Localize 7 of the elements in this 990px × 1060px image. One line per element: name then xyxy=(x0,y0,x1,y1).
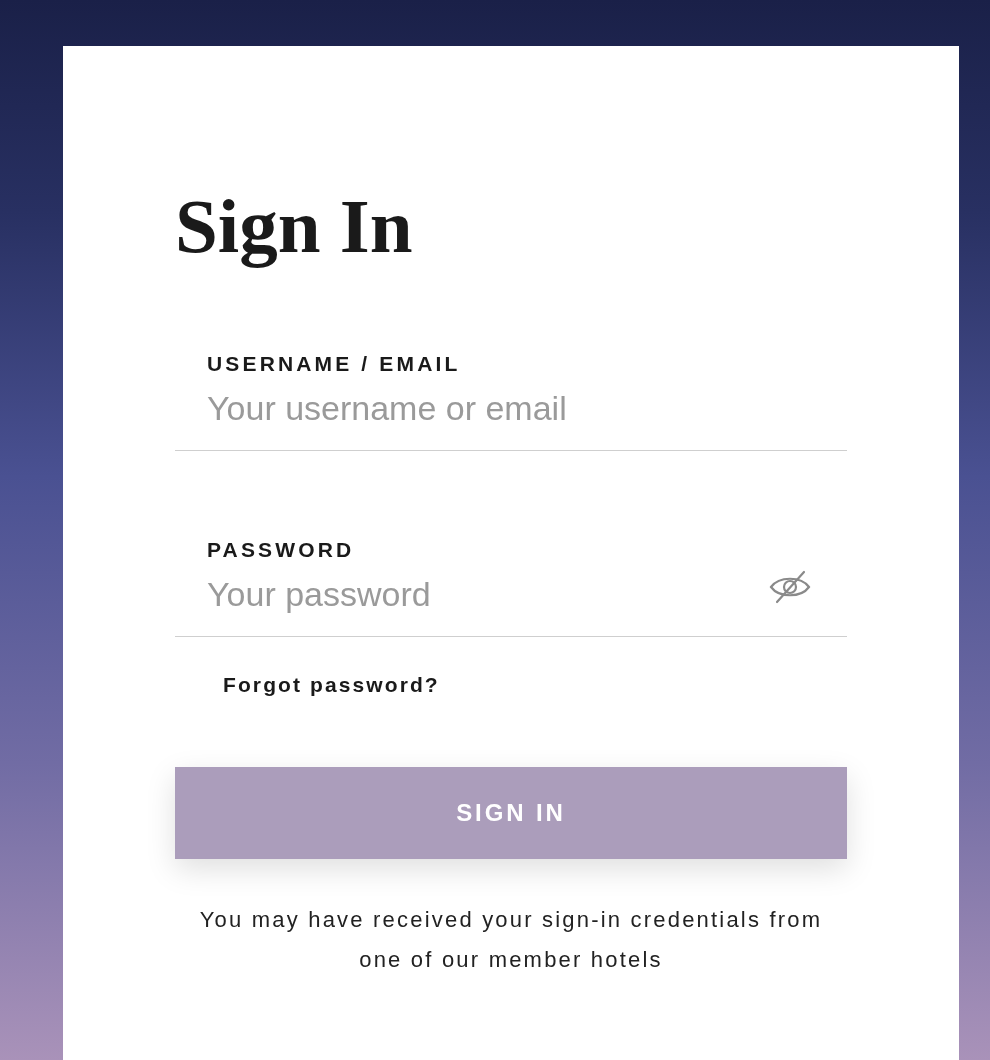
password-field[interactable]: Your password xyxy=(175,573,847,637)
forgot-password-link[interactable]: Forgot password? xyxy=(223,674,440,695)
field-label: USERNAME / EMAIL xyxy=(207,353,461,374)
credentials-note: You may have received your sign-in credentials from one of our member hotels xyxy=(198,906,824,974)
field-label: PASSWORD xyxy=(207,539,355,560)
username-field[interactable]: Your username or email xyxy=(175,387,847,451)
eye-off-icon[interactable] xyxy=(769,570,811,604)
